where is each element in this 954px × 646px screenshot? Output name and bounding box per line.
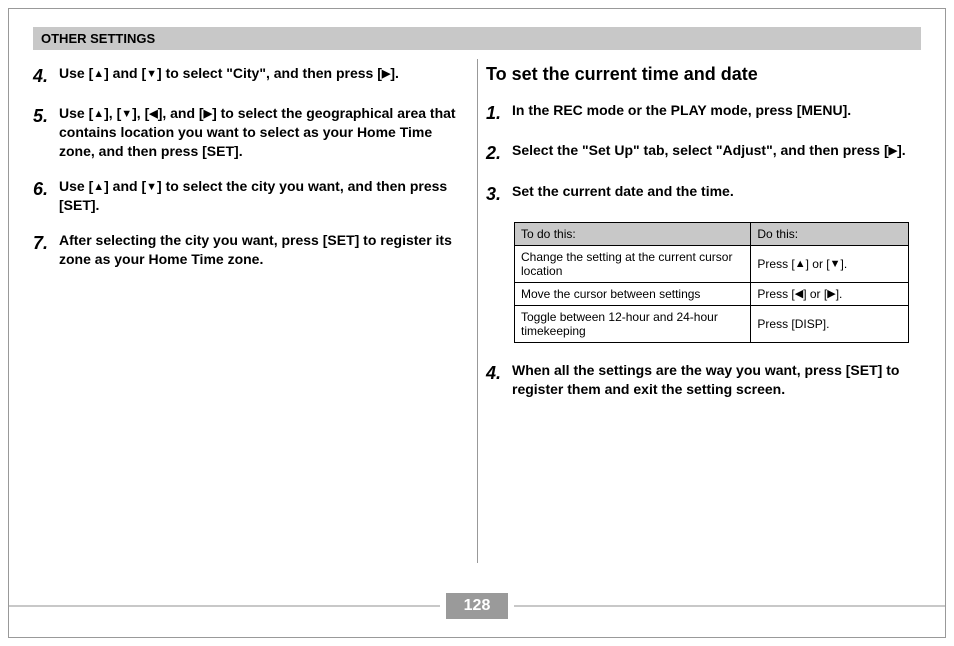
triangle-right-icon: ▶ [889, 145, 897, 157]
triangle-left-icon: ◀ [149, 108, 157, 120]
step-number: 5. [33, 104, 55, 161]
text: ] and [ [104, 178, 146, 194]
step-text: Select the "Set Up" tab, select "Adjust"… [508, 141, 906, 165]
text: Press [ [757, 287, 794, 301]
text: Use [ [59, 105, 93, 121]
table-cell: Toggle between 12-hour and 24-hour timek… [515, 305, 751, 342]
table-header: To do this: [515, 222, 751, 245]
table-cell: Press [DISP]. [751, 305, 909, 342]
step-number: 4. [486, 361, 508, 399]
step-1: 1. In the REC mode or the PLAY mode, pre… [486, 101, 921, 125]
step-text: After selecting the city you want, press… [55, 231, 468, 269]
table-cell: Press [▲] or [▼]. [751, 245, 909, 282]
right-column: To set the current time and date 1. In t… [486, 64, 921, 415]
text: ] or [ [806, 257, 830, 271]
step-6: 6. Use [▲] and [▼] to select the city yo… [33, 177, 468, 215]
triangle-down-icon: ▼ [146, 68, 157, 80]
step-text: In the REC mode or the PLAY mode, press … [508, 101, 851, 125]
triangle-up-icon: ▲ [93, 68, 104, 80]
footer-rule [514, 605, 945, 607]
text: ] to select "City", and then press [ [157, 65, 382, 81]
table-row: Move the cursor between settings Press [… [515, 282, 909, 305]
triangle-right-icon: ▶ [204, 108, 212, 120]
subsection-heading: To set the current time and date [486, 64, 921, 85]
step-text: Set the current date and the time. [508, 182, 734, 206]
text: ]. [897, 142, 906, 158]
triangle-up-icon: ▲ [93, 108, 104, 120]
step-text: Use [▲], [▼], [◀], and [▶] to select the… [55, 104, 468, 161]
text: Select the "Set Up" tab, select "Adjust"… [512, 142, 889, 158]
triangle-right-icon: ▶ [827, 288, 835, 300]
step-number: 6. [33, 177, 55, 215]
page-number: 128 [446, 593, 509, 619]
text: ]. [390, 65, 399, 81]
table-cell: Press [◀] or [▶]. [751, 282, 909, 305]
text: Use [ [59, 178, 93, 194]
step-2: 2. Select the "Set Up" tab, select "Adju… [486, 141, 921, 165]
step-number: 2. [486, 141, 508, 165]
step-number: 7. [33, 231, 55, 269]
triangle-down-icon: ▼ [146, 181, 157, 193]
page-footer: 128 [9, 593, 945, 619]
text: ] and [ [104, 65, 146, 81]
table-row: Toggle between 12-hour and 24-hour timek… [515, 305, 909, 342]
step-4: 4. Use [▲] and [▼] to select "City", and… [33, 64, 468, 88]
triangle-left-icon: ◀ [795, 288, 803, 300]
section-header: OTHER SETTINGS [33, 27, 921, 50]
left-column: 4. Use [▲] and [▼] to select "City", and… [33, 64, 468, 415]
text: ], [ [104, 105, 121, 121]
triangle-down-icon: ▼ [121, 108, 132, 120]
text: ], and [ [158, 105, 204, 121]
column-divider [477, 59, 478, 563]
step-text: Use [▲] and [▼] to select "City", and th… [55, 64, 399, 88]
table-header: Do this: [751, 222, 909, 245]
table-row: Change the setting at the current cursor… [515, 245, 909, 282]
step-number: 4. [33, 64, 55, 88]
text: ], [ [132, 105, 149, 121]
step-4-right: 4. When all the settings are the way you… [486, 361, 921, 399]
footer-rule [9, 605, 440, 607]
step-7: 7. After selecting the city you want, pr… [33, 231, 468, 269]
step-text: When all the settings are the way you wa… [508, 361, 921, 399]
instruction-table: To do this: Do this: Change the setting … [514, 222, 909, 343]
triangle-up-icon: ▲ [795, 258, 806, 270]
triangle-down-icon: ▼ [830, 258, 841, 270]
page-frame: OTHER SETTINGS 4. Use [▲] and [▼] to sel… [8, 8, 946, 638]
step-5: 5. Use [▲], [▼], [◀], and [▶] to select … [33, 104, 468, 161]
text: Press [ [757, 257, 794, 271]
text: Use [ [59, 65, 93, 81]
step-number: 3. [486, 182, 508, 206]
table-cell: Change the setting at the current cursor… [515, 245, 751, 282]
step-number: 1. [486, 101, 508, 125]
triangle-up-icon: ▲ [93, 181, 104, 193]
text: ]. [841, 257, 848, 271]
table-header-row: To do this: Do this: [515, 222, 909, 245]
table-cell: Move the cursor between settings [515, 282, 751, 305]
text: ]. [836, 287, 843, 301]
step-3: 3. Set the current date and the time. [486, 182, 921, 206]
text: ] or [ [803, 287, 827, 301]
step-text: Use [▲] and [▼] to select the city you w… [55, 177, 468, 215]
